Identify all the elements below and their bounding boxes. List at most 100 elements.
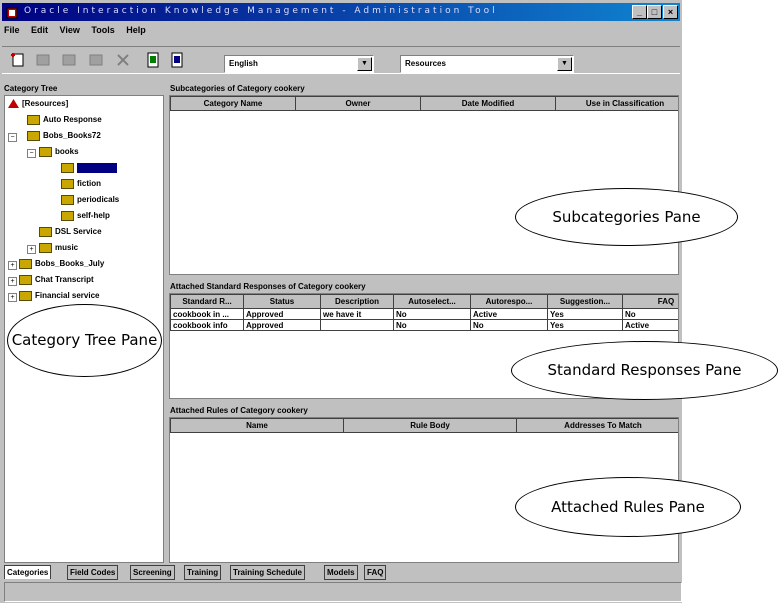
collapse-icon[interactable]: − xyxy=(8,133,17,142)
tree-node-self-help[interactable]: self-help xyxy=(61,211,110,221)
callout-attached-rules-pane: Attached Rules Pane xyxy=(515,477,741,537)
column-header[interactable]: Owner xyxy=(295,96,421,111)
table-cell: No xyxy=(470,319,548,331)
table-cell xyxy=(320,319,394,331)
callout-subcategories-pane: Subcategories Pane xyxy=(515,188,738,246)
tab-field-codes[interactable]: Field Codes xyxy=(67,565,119,580)
language-select[interactable]: English ▼ xyxy=(224,55,374,73)
subcategories-pane: Category Name Owner Date Modified Use in… xyxy=(169,95,679,275)
column-header[interactable]: Description xyxy=(320,294,394,309)
tree-node-dsl-service[interactable]: DSL Service xyxy=(39,227,102,237)
table-cell: Active xyxy=(622,319,678,331)
callout-category-tree-pane: Category Tree Pane xyxy=(7,304,162,377)
folder-icon xyxy=(61,211,74,221)
warning-icon xyxy=(8,99,22,109)
folder-icon xyxy=(19,259,32,269)
table-row[interactable]: cookbook in ... Approved we have it No A… xyxy=(170,308,678,320)
menu-file[interactable]: File xyxy=(4,25,20,35)
folder-icon xyxy=(61,179,74,189)
tree-node-periodicals[interactable]: periodicals xyxy=(61,195,119,205)
menu-bar: File Edit View Tools Help xyxy=(4,25,155,39)
table-cell: No xyxy=(393,308,471,320)
table-cell: Yes xyxy=(547,319,623,331)
title-bar[interactable]: Oracle Interaction Knowledge Management … xyxy=(2,3,680,21)
tab-screening[interactable]: Screening xyxy=(130,565,175,580)
maximize-button[interactable]: □ xyxy=(647,5,662,19)
column-header[interactable]: Status xyxy=(243,294,321,309)
collapse-icon[interactable]: − xyxy=(27,149,36,158)
folder-icon xyxy=(61,195,74,205)
tab-training[interactable]: Training xyxy=(184,565,222,580)
tree-node-music[interactable]: music xyxy=(39,243,78,253)
table-cell: No xyxy=(622,308,678,320)
tab-categories[interactable]: Categories xyxy=(4,565,52,579)
properties-icon[interactable] xyxy=(35,52,51,68)
table-row[interactable]: cookbook info Approved No No Yes Active xyxy=(170,319,678,331)
delete-icon[interactable] xyxy=(115,52,131,68)
tree-node-fiction[interactable]: fiction xyxy=(61,179,101,189)
tree-node-chat-transcript[interactable]: Chat Transcript xyxy=(19,275,94,285)
column-header[interactable]: Standard R... xyxy=(170,294,244,309)
paste-icon[interactable] xyxy=(88,52,104,68)
app-icon xyxy=(6,6,18,19)
folder-icon xyxy=(39,243,52,253)
menu-view[interactable]: View xyxy=(60,25,80,35)
tab-models[interactable]: Models xyxy=(324,565,358,580)
column-header[interactable]: Addresses To Match xyxy=(516,418,678,433)
language-value: English xyxy=(229,59,258,68)
column-header[interactable]: Autorespo... xyxy=(470,294,548,309)
rules-table: Name Rule Body Addresses To Match xyxy=(170,418,678,433)
tree-node-bobs-books72[interactable]: Bobs_Books72 xyxy=(27,131,101,141)
expand-icon[interactable]: + xyxy=(27,245,36,254)
column-header[interactable]: Autoselect... xyxy=(393,294,471,309)
folder-icon xyxy=(19,275,32,285)
expand-icon[interactable]: + xyxy=(8,293,17,302)
tree-node-bobs-books-july[interactable]: Bobs_Books_July xyxy=(19,259,104,269)
chevron-down-icon[interactable]: ▼ xyxy=(357,57,372,71)
minimize-button[interactable]: _ xyxy=(632,5,647,19)
tab-training-schedule[interactable]: Training Schedule xyxy=(230,565,305,580)
tree-node-auto-response[interactable]: Auto Response xyxy=(27,115,102,125)
report-icon[interactable] xyxy=(145,52,161,68)
tree-node-financial-service[interactable]: Financial service xyxy=(19,291,99,301)
table-cell: Yes xyxy=(547,308,623,320)
responses-title: Attached Standard Responses of Category … xyxy=(170,282,366,291)
export-icon[interactable] xyxy=(169,52,185,68)
window-title: Oracle Interaction Knowledge Management … xyxy=(24,6,498,16)
menu-edit[interactable]: Edit xyxy=(31,25,48,35)
menu-tools[interactable]: Tools xyxy=(91,25,114,35)
copy-icon[interactable] xyxy=(61,52,77,68)
chevron-down-icon[interactable]: ▼ xyxy=(557,57,572,71)
resource-select[interactable]: Resources ▼ xyxy=(400,55,574,73)
rules-title: Attached Rules of Category cookery xyxy=(170,406,308,415)
column-header[interactable]: Rule Body xyxy=(343,418,517,433)
tree-node-root[interactable]: [Resources] xyxy=(8,99,68,109)
toolbar: English ▼ Resources ▼ xyxy=(2,46,680,74)
tab-faq[interactable]: FAQ xyxy=(364,565,387,580)
menu-help[interactable]: Help xyxy=(126,25,146,35)
subcategories-title: Subcategories of Category cookery xyxy=(170,84,305,93)
tree-node-selected[interactable] xyxy=(61,163,117,173)
column-header[interactable]: Category Name xyxy=(170,96,296,111)
close-button[interactable]: × xyxy=(663,5,678,19)
table-cell: Active xyxy=(470,308,548,320)
folder-icon xyxy=(39,227,52,237)
table-cell: Approved xyxy=(243,319,321,331)
column-header[interactable]: Date Modified xyxy=(420,96,556,111)
tree-node-books[interactable]: books xyxy=(39,147,79,157)
expand-icon[interactable]: + xyxy=(8,277,17,286)
expand-icon[interactable]: + xyxy=(8,261,17,270)
column-header[interactable]: Suggestion... xyxy=(547,294,623,309)
subcategories-table: Category Name Owner Date Modified Use in… xyxy=(170,96,678,111)
column-header[interactable]: Use in Classification xyxy=(555,96,678,111)
resource-value: Resources xyxy=(405,59,446,68)
column-header[interactable]: Name xyxy=(170,418,344,433)
folder-icon xyxy=(61,163,74,173)
table-cell: cookbook in ... xyxy=(170,308,244,320)
column-header[interactable]: FAQ xyxy=(622,294,678,309)
table-cell: we have it xyxy=(320,308,394,320)
tree-title: Category Tree xyxy=(4,84,58,93)
status-bar xyxy=(4,582,682,602)
new-icon[interactable] xyxy=(10,52,26,68)
folder-icon xyxy=(19,291,32,301)
